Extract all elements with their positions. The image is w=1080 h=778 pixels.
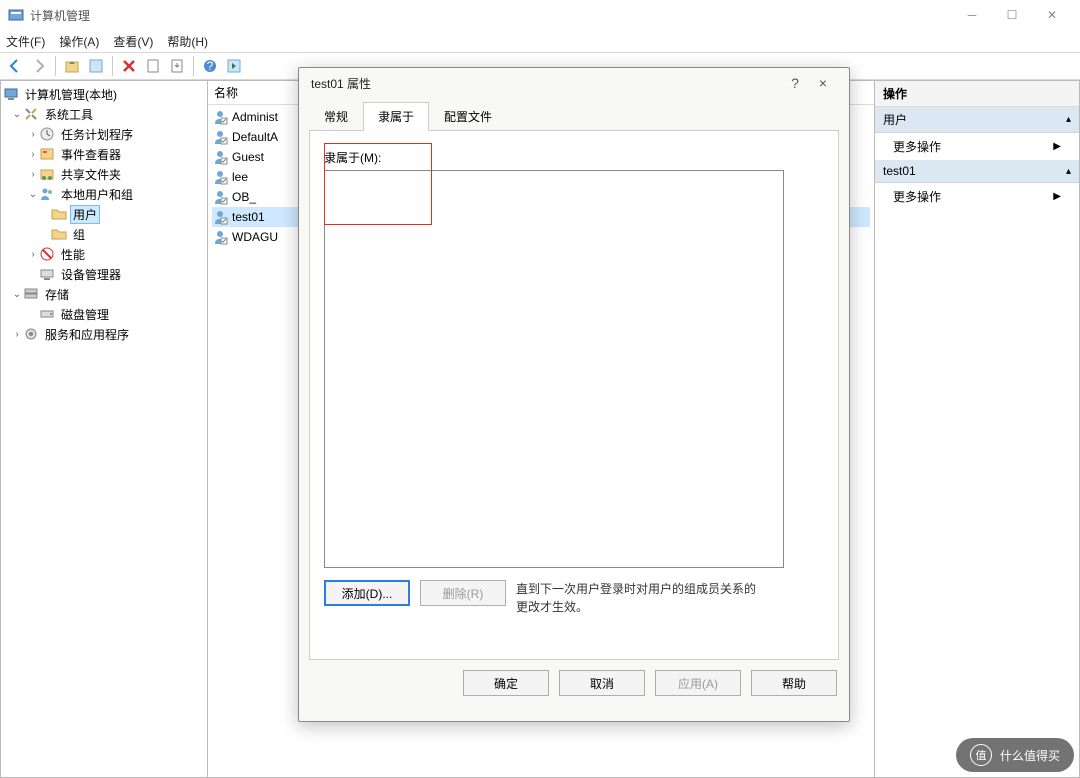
collapse-icon: ▴ xyxy=(1066,166,1071,177)
dialog-titlebar: test01 属性 ? × xyxy=(299,68,849,98)
tree-root[interactable]: 计算机管理(本地) xyxy=(1,84,207,104)
note-text: 直到下一次用户登录时对用户的组成员关系的更改才生效。 xyxy=(516,580,756,616)
list-item-label: Administ xyxy=(232,110,278,124)
menu-bar: 文件(F) 操作(A) 查看(V) 帮助(H) xyxy=(0,30,1080,52)
menu-view[interactable]: 查看(V) xyxy=(113,33,153,50)
back-button[interactable] xyxy=(4,55,26,77)
list-item-label: OB_ xyxy=(232,190,256,204)
watermark-icon: 值 xyxy=(970,744,992,766)
disk-icon xyxy=(39,306,55,322)
user-icon xyxy=(212,109,228,125)
user-icon xyxy=(212,229,228,245)
dialog-footer: 确定 取消 应用(A) 帮助 xyxy=(299,660,849,706)
view-button[interactable] xyxy=(223,55,245,77)
action-more-2[interactable]: 更多操作▶ xyxy=(875,183,1079,210)
menu-help[interactable]: 帮助(H) xyxy=(167,33,208,50)
up-button[interactable] xyxy=(61,55,83,77)
device-icon xyxy=(39,266,55,282)
action-group-users[interactable]: 用户▴ xyxy=(875,107,1079,133)
event-icon xyxy=(39,146,55,162)
computer-icon xyxy=(3,86,19,102)
menu-action[interactable]: 操作(A) xyxy=(59,33,99,50)
tree-shared-folders[interactable]: ›共享文件夹 xyxy=(1,164,207,184)
user-icon xyxy=(212,129,228,145)
list-item-label: lee xyxy=(232,170,248,184)
tree-task-scheduler[interactable]: ›任务计划程序 xyxy=(1,124,207,144)
minimize-button[interactable]: ─ xyxy=(952,1,992,29)
dialog-tabs: 常规 隶属于 配置文件 xyxy=(299,98,849,131)
add-button[interactable]: 添加(D)... xyxy=(324,580,410,606)
collapse-icon: ▴ xyxy=(1066,114,1071,125)
remove-button[interactable]: 删除(R) xyxy=(420,580,506,606)
dialog-close-button[interactable]: × xyxy=(809,75,837,91)
app-icon xyxy=(8,7,24,23)
shared-icon xyxy=(39,166,55,182)
list-item-label: test01 xyxy=(232,210,265,224)
tree-device-manager[interactable]: 设备管理器 xyxy=(1,264,207,284)
chevron-right-icon: ▶ xyxy=(1053,141,1061,152)
actions-pane: 操作 用户▴ 更多操作▶ test01▴ 更多操作▶ xyxy=(875,80,1080,778)
list-item-label: DefaultA xyxy=(232,130,278,144)
watermark: 值 什么值得买 xyxy=(956,738,1074,772)
user-icon xyxy=(212,149,228,165)
tree-groups[interactable]: 组 xyxy=(1,224,207,244)
refresh-button[interactable] xyxy=(142,55,164,77)
perf-icon xyxy=(39,246,55,262)
properties-dialog: test01 属性 ? × 常规 隶属于 配置文件 隶属于(M): 添加(D).… xyxy=(298,67,850,722)
tools-icon xyxy=(23,106,39,122)
title-bar: 计算机管理 ─ ☐ ✕ xyxy=(0,0,1080,30)
ok-button[interactable]: 确定 xyxy=(463,670,549,696)
properties-button[interactable] xyxy=(85,55,107,77)
watermark-text: 什么值得买 xyxy=(1000,747,1060,764)
storage-icon xyxy=(23,286,39,302)
list-item-label: WDAGU xyxy=(232,230,278,244)
tree-disk-management[interactable]: 磁盘管理 xyxy=(1,304,207,324)
list-item-label: Guest xyxy=(232,150,264,164)
user-icon xyxy=(212,189,228,205)
folder-icon xyxy=(51,226,67,242)
tree-local-users[interactable]: ⌄本地用户和组 xyxy=(1,184,207,204)
tab-profile[interactable]: 配置文件 xyxy=(429,102,507,131)
cancel-button[interactable]: 取消 xyxy=(559,670,645,696)
forward-button[interactable] xyxy=(28,55,50,77)
action-group-test01[interactable]: test01▴ xyxy=(875,160,1079,183)
help-button[interactable]: ? xyxy=(199,55,221,77)
svg-text:?: ? xyxy=(207,59,214,73)
tree-system-tools[interactable]: ⌄系统工具 xyxy=(1,104,207,124)
delete-button[interactable] xyxy=(118,55,140,77)
chevron-right-icon: ▶ xyxy=(1053,191,1061,202)
window-title: 计算机管理 xyxy=(30,7,952,24)
tree-event-viewer[interactable]: ›事件查看器 xyxy=(1,144,207,164)
dialog-title: test01 属性 xyxy=(311,75,781,92)
maximize-button[interactable]: ☐ xyxy=(992,1,1032,29)
user-icon xyxy=(212,169,228,185)
tab-memberof[interactable]: 隶属于 xyxy=(363,102,429,131)
action-more-1[interactable]: 更多操作▶ xyxy=(875,133,1079,160)
tree-services[interactable]: ›服务和应用程序 xyxy=(1,324,207,344)
close-button[interactable]: ✕ xyxy=(1032,1,1072,29)
memberof-listbox[interactable] xyxy=(324,170,784,568)
tree-pane: 计算机管理(本地) ⌄系统工具 ›任务计划程序 ›事件查看器 ›共享文件夹 ⌄本… xyxy=(0,80,207,778)
menu-file[interactable]: 文件(F) xyxy=(6,33,45,50)
export-button[interactable] xyxy=(166,55,188,77)
tree-users[interactable]: 用户 xyxy=(1,204,207,224)
tree-storage[interactable]: ⌄存储 xyxy=(1,284,207,304)
user-icon xyxy=(212,209,228,225)
apply-button[interactable]: 应用(A) xyxy=(655,670,741,696)
services-icon xyxy=(23,326,39,342)
help-button[interactable]: 帮助 xyxy=(751,670,837,696)
dialog-help-button[interactable]: ? xyxy=(781,75,809,91)
highlight-box xyxy=(324,143,432,225)
tree-performance[interactable]: ›性能 xyxy=(1,244,207,264)
actions-header: 操作 xyxy=(875,81,1079,107)
tab-general[interactable]: 常规 xyxy=(309,102,363,131)
clock-icon xyxy=(39,126,55,142)
dialog-body: 隶属于(M): 添加(D)... 删除(R) 直到下一次用户登录时对用户的组成员… xyxy=(309,130,839,660)
folder-icon xyxy=(51,206,67,222)
users-icon xyxy=(39,186,55,202)
